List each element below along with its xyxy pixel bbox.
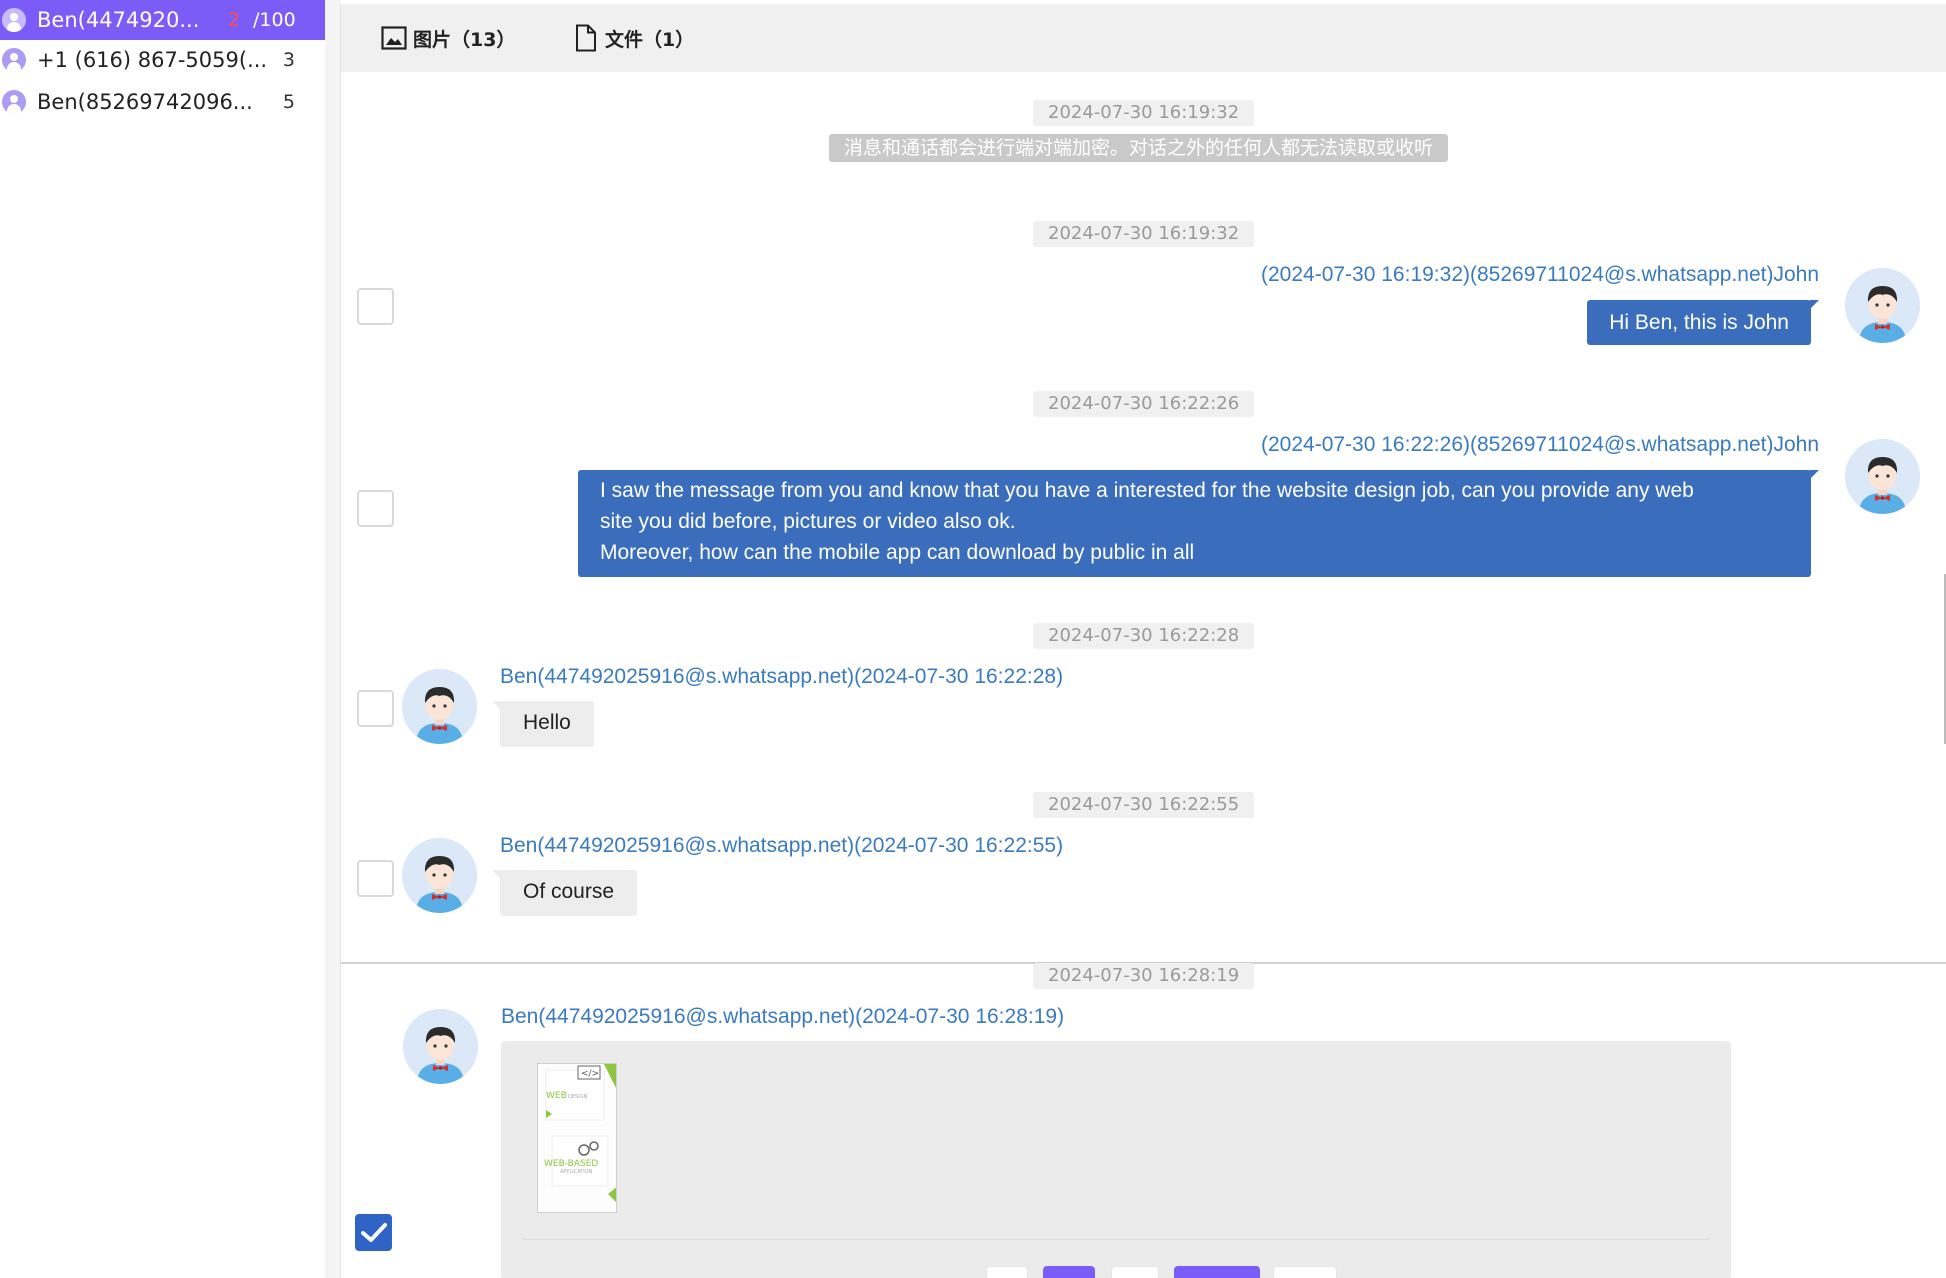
avatar[interactable] <box>1845 268 1920 343</box>
encryption-notice: 消息和通话都会进行端对端加密。对话之外的任何人都无法读取或收听 <box>829 134 1449 162</box>
timestamp-divider: 2024-07-30 16:19:32 <box>1033 221 1255 247</box>
media-toolbar: 图片（13） 文件（1） <box>341 4 1946 72</box>
page-limit: /100 <box>253 9 296 31</box>
pager-prev-button[interactable] <box>986 1266 1028 1278</box>
images-tab[interactable]: 图片（13） <box>381 22 515 54</box>
message-text-line: Moreover, how can the mobile app can dow… <box>600 541 1195 564</box>
timestamp-divider: 2024-07-30 16:22:26 <box>1033 391 1255 417</box>
contact-name: +1 (616) 867-5059(... <box>37 48 268 72</box>
message-text: Hello <box>523 711 571 734</box>
svg-text:</>: </> <box>581 1069 599 1079</box>
message-sender: Ben(447492025916@s.whatsapp.net)(2024-07… <box>501 1005 1065 1028</box>
contact-name: Ben(4474920... <box>37 8 200 32</box>
message-sender: (2024-07-30 16:22:26)(85269711024@s.what… <box>1261 433 1819 456</box>
thumbnail-text-web-based: WEB-BASED <box>544 1159 598 1169</box>
image-thumbnail[interactable]: </> WEB DESIGN WEB-BASED APPLICATION <box>537 1063 617 1213</box>
select-checkbox[interactable] <box>357 490 394 527</box>
message-text: Of course <box>523 880 615 903</box>
message-text-line: site you did before, pictures or video a… <box>600 510 1016 533</box>
panel-divider <box>325 0 340 1278</box>
pager-page-button[interactable] <box>1174 1266 1260 1278</box>
message-text-line: I saw the message from you and know that… <box>600 479 1694 502</box>
select-checkbox[interactable] <box>357 860 394 897</box>
files-tab-label: 文件（1） <box>605 28 695 51</box>
avatar[interactable] <box>402 838 477 913</box>
message-sender: Ben(447492025916@s.whatsapp.net)(2024-07… <box>500 665 1064 688</box>
pager-next-button[interactable] <box>1273 1266 1337 1278</box>
avatar[interactable] <box>403 1009 478 1084</box>
select-checkbox[interactable] <box>357 690 394 727</box>
contact-list: Ben(4474920... 2 /100 +1 (616) 867-5059(… <box>0 0 325 1278</box>
pager-page-button[interactable] <box>1111 1266 1159 1278</box>
avatar[interactable] <box>1845 439 1920 514</box>
contact-item-phone[interactable]: +1 (616) 867-5059(... 3 <box>0 40 325 80</box>
thumbnail-text-web: WEB <box>546 1091 567 1101</box>
select-checkbox[interactable] <box>357 288 394 325</box>
select-checkbox-checked[interactable] <box>355 1214 392 1251</box>
user-icon <box>2 90 26 114</box>
pager-page-button[interactable] <box>1043 1266 1095 1278</box>
timestamp-divider: 2024-07-30 16:28:19 <box>1033 963 1255 989</box>
timestamp-divider: 2024-07-30 16:19:32 <box>1033 100 1255 126</box>
app-window: Ben(4474920... 2 /100 +1 (616) 867-5059(… <box>0 0 1946 1278</box>
message-bubble-incoming[interactable]: Hello <box>492 701 594 747</box>
file-icon <box>573 24 599 52</box>
message-bubble-outgoing[interactable]: I saw the message from you and know that… <box>578 470 1819 577</box>
user-icon <box>2 48 26 72</box>
message-count: 3 <box>282 49 295 71</box>
image-message[interactable]: </> WEB DESIGN WEB-BASED APPLICATION <box>501 1041 1731 1278</box>
files-tab[interactable]: 文件（1） <box>573 22 694 54</box>
unread-count: 2 <box>228 9 241 31</box>
image-icon <box>381 24 407 52</box>
contact-name: Ben(85269742096... <box>37 90 253 114</box>
chat-panel: 图片（13） 文件（1） 2024-07-30 16:19:32 消息和通话都会… <box>340 4 1946 1278</box>
avatar[interactable] <box>402 669 477 744</box>
divider <box>523 1239 1709 1240</box>
timestamp-divider: 2024-07-30 16:22:55 <box>1033 792 1255 818</box>
user-icon <box>2 8 26 32</box>
message-bubble-incoming[interactable]: Of course <box>492 870 638 916</box>
message-bubble-outgoing[interactable]: Hi Ben, this is John <box>1587 300 1819 345</box>
images-tab-label: 图片（13） <box>413 28 516 51</box>
timestamp-divider: 2024-07-30 16:22:28 <box>1033 623 1255 649</box>
contact-item-ben-447[interactable]: Ben(4474920... 2 /100 <box>0 0 325 40</box>
message-count: 5 <box>282 91 295 113</box>
thumbnail-text-design: DESIGN <box>568 1094 588 1100</box>
thumbnail-text-application: APPLICATION <box>560 1169 593 1175</box>
contact-item-ben-852[interactable]: Ben(85269742096... 5 <box>0 82 325 122</box>
message-sender: Ben(447492025916@s.whatsapp.net)(2024-07… <box>500 834 1064 857</box>
message-text: Hi Ben, this is John <box>1609 311 1789 334</box>
message-sender: (2024-07-30 16:19:32)(85269711024@s.what… <box>1261 263 1819 286</box>
